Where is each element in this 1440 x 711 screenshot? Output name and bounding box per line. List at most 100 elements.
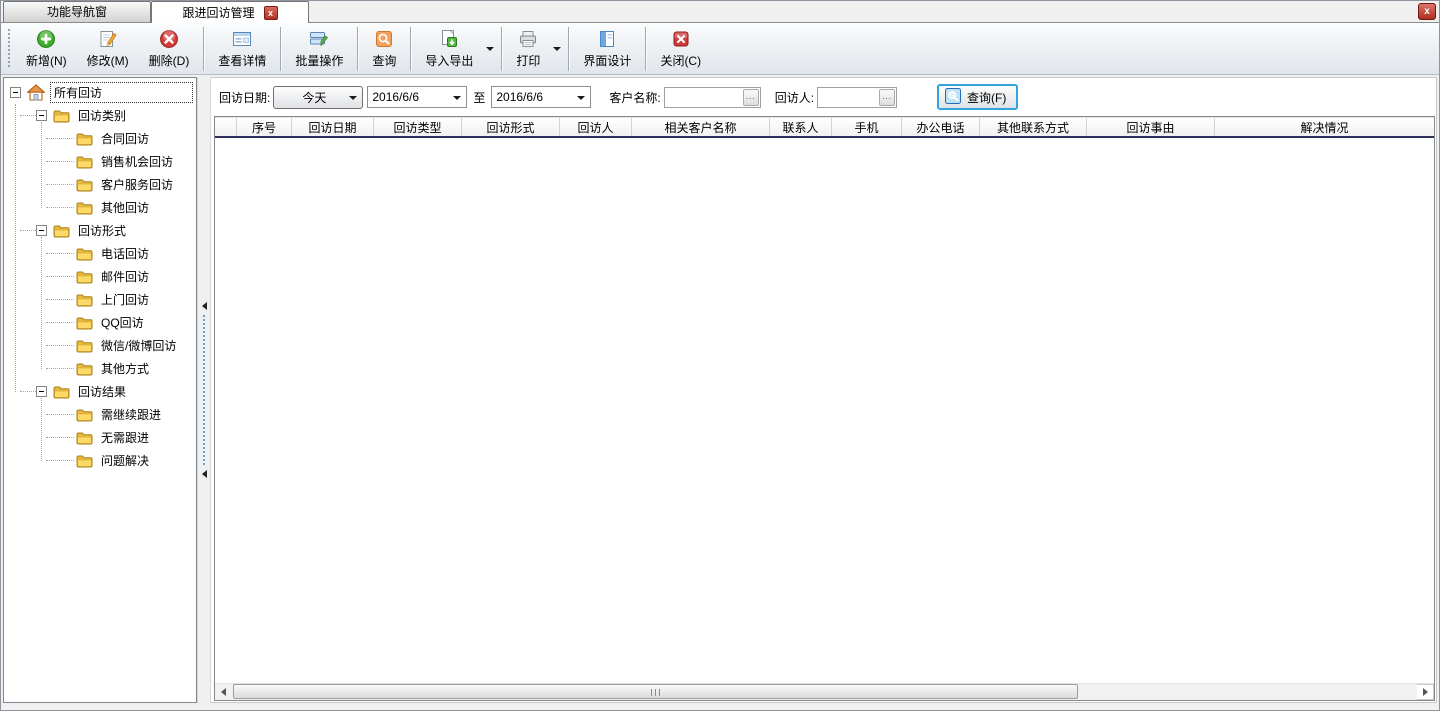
column-header[interactable]: 联系人 [770,118,832,136]
search-button[interactable]: 查询(F) [937,84,1018,110]
column-header-label: 手机 [854,119,878,136]
tree-connector [46,184,74,185]
collapse-toggle-icon[interactable] [10,87,21,98]
tree-item[interactable]: 微信/微博回访 [4,334,196,357]
column-header-label: 回访类型 [393,119,441,136]
tree-item[interactable]: 回访类别 [4,104,196,127]
to-label: 至 [473,89,485,106]
toolbar-button-close[interactable]: 关闭(C) [650,26,711,72]
toolbar-button-label: 查看详情 [218,52,266,69]
customer-name-input[interactable] [665,89,743,106]
visitor-label: 回访人: [775,89,814,106]
splitter-dots[interactable] [203,315,205,465]
column-header[interactable]: 回访事由 [1087,118,1215,136]
grid-body-empty[interactable] [215,138,1434,683]
tree-item[interactable]: 其他回访 [4,196,196,219]
column-header[interactable]: 相关客户名称 [632,118,770,136]
column-header[interactable]: 回访形式 [462,118,560,136]
window-close-button[interactable]: x [1418,3,1436,20]
folder-icon [76,339,93,353]
column-header[interactable]: 序号 [237,118,292,136]
customer-lookup-button[interactable]: ... [743,89,759,106]
close-icon [671,29,691,49]
collapse-toggle-icon[interactable] [36,225,47,236]
column-header[interactable]: 回访人 [560,118,632,136]
tab-followup-visit-management[interactable]: 跟进回访管理 x [151,1,309,23]
tree-item-label: 电话回访 [98,244,152,263]
folder-icon [76,178,93,192]
visits-grid: 序号回访日期 回访类型 回访形式回访人 相关客户名称联系人 手机 办公电话其他联系方式 回访… [214,116,1435,701]
column-header[interactable]: 其他联系方式 [980,118,1087,136]
toolbar-dropdown-import-export[interactable] [483,26,497,72]
tree-item[interactable]: 邮件回访 [4,265,196,288]
toolbar-button-ui-design[interactable]: 界面设计 [573,26,641,72]
toolbar-button-print[interactable]: 打印 [506,26,550,72]
tree-item[interactable]: 上门回访 [4,288,196,311]
toolbar-button-delete[interactable]: 删除(D) [139,26,200,72]
horizontal-scrollbar[interactable] [215,683,1434,700]
column-header-label: 联系人 [782,119,818,136]
tree-item[interactable]: 回访结果 [4,380,196,403]
toolbar-dropdown-print[interactable] [550,26,564,72]
grid-header-row: 序号回访日期 回访类型 回访形式回访人 相关客户名称联系人 手机 办公电话其他联系方式 回访… [215,117,1434,138]
toolbar-grip-handle[interactable] [7,29,10,69]
tree-item[interactable]: 电话回访 [4,242,196,265]
date-preset-dropdown[interactable]: 今天 [273,86,363,109]
folder-icon [76,408,93,422]
collapse-toggle-icon[interactable] [36,110,47,121]
tree-item[interactable]: 客户服务回访 [4,173,196,196]
visitor-field-wrap: ... [817,87,897,108]
scroll-right-icon[interactable] [1417,684,1434,700]
search-orange-icon [374,29,394,49]
visitor-lookup-button[interactable]: ... [879,89,895,106]
tree-item[interactable]: 合同回访 [4,127,196,150]
date-from-dropdown[interactable]: 2016/6/6 [367,86,467,108]
scroll-left-icon[interactable] [215,684,232,700]
collapse-left-icon[interactable] [202,302,207,310]
tree-item[interactable]: 销售机会回访 [4,150,196,173]
tree-item-label: 回访结果 [75,382,129,401]
tab-close-icon[interactable]: x [264,6,278,20]
column-header[interactable]: 解决情况 [1215,118,1434,136]
column-header-label: 回访人 [577,119,613,136]
toolbar-button-add[interactable]: 新增(N) [16,26,77,72]
chevron-down-icon [453,96,461,100]
folder-icon [76,247,93,261]
tree-item[interactable]: 无需跟进 [4,426,196,449]
column-header-label: 回访事由 [1126,119,1174,136]
column-header[interactable]: 手机 [832,118,902,136]
toolbar-button-batch-ops[interactable]: 批量操作 [285,26,353,72]
toolbar-button-view-detail[interactable]: 查看详情 [208,26,276,72]
tree-item[interactable]: 问题解决 [4,449,196,472]
collapse-left-icon[interactable] [202,470,207,478]
row-indicator-header[interactable] [215,118,237,136]
toolbar-button-label: 关闭(C) [660,52,701,69]
visitor-input[interactable] [818,89,879,106]
tree-splitter[interactable] [197,77,211,703]
column-header[interactable]: 回访日期 [292,118,374,136]
column-header[interactable]: 办公电话 [902,118,980,136]
tab-function-nav[interactable]: 功能导航窗 [3,1,151,22]
scrollbar-thumb[interactable] [233,684,1078,699]
tab-strip: 功能导航窗 跟进回访管理 x x [1,1,1439,23]
date-to-dropdown[interactable]: 2016/6/6 [491,86,591,108]
folder-icon [76,362,93,376]
tree-connector [46,276,74,277]
column-header[interactable]: 回访类型 [374,118,462,136]
toolbar-button-edit[interactable]: 修改(M) [77,26,139,72]
tree-item[interactable]: 需继续跟进 [4,403,196,426]
collapse-toggle-icon[interactable] [36,386,47,397]
toolbar-button-label: 打印 [516,52,540,69]
search-button-label: 查询(F) [967,89,1006,106]
home-icon [27,84,45,101]
tree-item-label: 需继续跟进 [98,405,164,424]
tree-item[interactable]: 其他方式 [4,357,196,380]
folder-icon [53,109,70,123]
toolbar-button-query[interactable]: 查询 [362,26,406,72]
tree-item[interactable]: 所有回访 [4,81,196,104]
toolbar-button-import-export[interactable]: 导入导出 [415,26,483,72]
tree-item-label: 上门回访 [98,290,152,309]
tree-item-label: QQ回访 [98,313,147,332]
tree-item[interactable]: QQ回访 [4,311,196,334]
tree-item[interactable]: 回访形式 [4,219,196,242]
